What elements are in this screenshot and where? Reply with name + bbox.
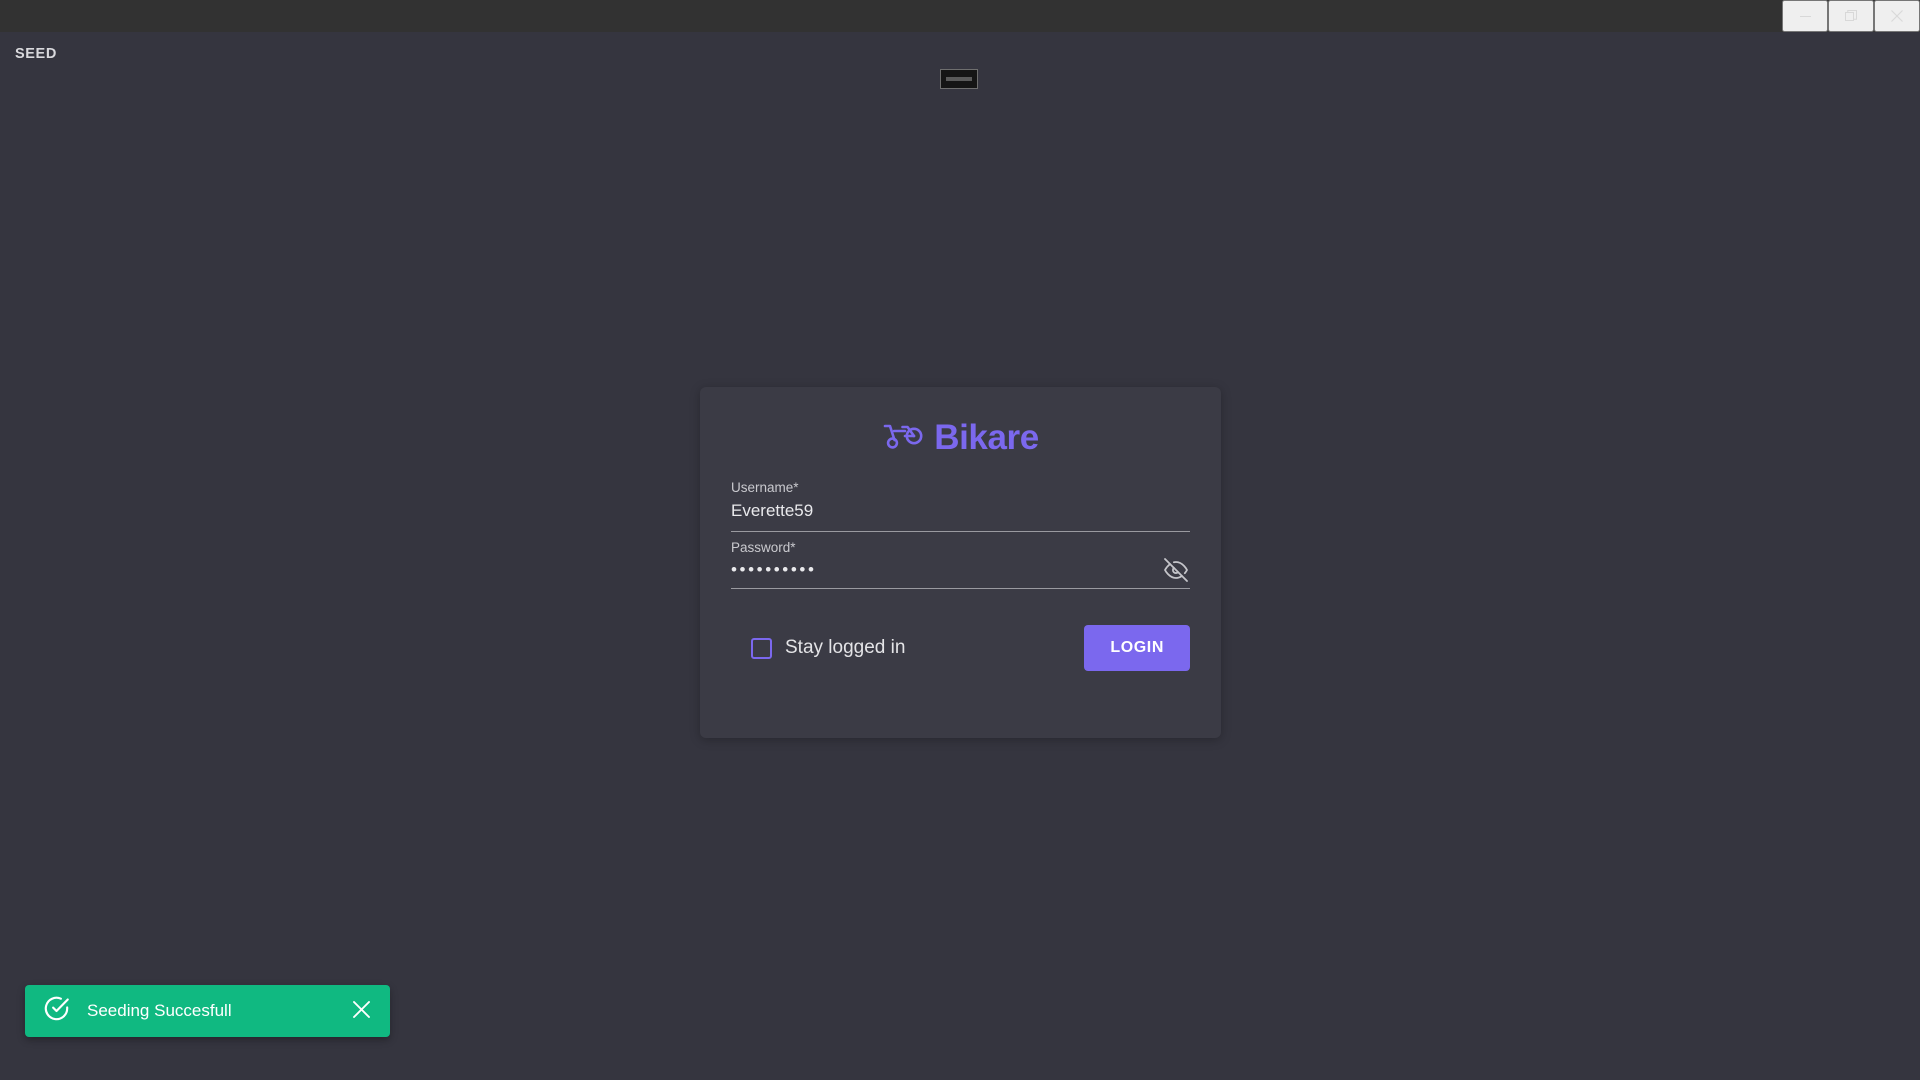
close-window-button[interactable]: [1874, 0, 1920, 32]
brand-name: Bikare: [934, 418, 1039, 457]
minimize-icon: [1799, 11, 1811, 22]
password-underline: ••••••••••: [731, 557, 1190, 590]
toggle-password-visibility-button[interactable]: [1162, 557, 1190, 585]
maximize-restore-button[interactable]: [1828, 0, 1874, 32]
toast-close-button[interactable]: [348, 998, 374, 1024]
top-progress-indicator: [940, 69, 978, 89]
toast-notification: Seeding Succesfull: [25, 985, 390, 1037]
seed-button[interactable]: SEED: [15, 46, 57, 62]
stay-logged-in-label: Stay logged in: [785, 637, 906, 659]
stay-logged-in-checkbox[interactable]: [751, 637, 772, 659]
username-field-group: Username*: [731, 480, 1190, 533]
toast-message: Seeding Succesfull: [87, 1001, 232, 1020]
brand-header: Bikare: [731, 387, 1190, 472]
moped-logo-icon: [882, 419, 924, 456]
window-titlebar: [0, 0, 1920, 32]
progress-indicator-bar: [946, 77, 972, 81]
check-circle-icon: [43, 995, 70, 1027]
login-actions: Stay logged in LOGIN: [731, 625, 1190, 672]
username-label: Username*: [731, 480, 799, 495]
password-label: Password*: [731, 540, 796, 556]
password-field-group: Password* ••••••••••: [731, 540, 1190, 590]
close-icon: [1891, 10, 1903, 22]
minimize-button[interactable]: [1782, 0, 1828, 32]
eye-off-icon: [1164, 557, 1188, 585]
password-input[interactable]: ••••••••••: [731, 560, 1190, 588]
login-card: Bikare Username* Password* ••••••••••: [700, 387, 1221, 738]
restore-window-icon: [1845, 10, 1857, 22]
username-underline: [731, 501, 1190, 533]
close-icon: [352, 1001, 370, 1021]
login-button[interactable]: LOGIN: [1084, 625, 1190, 672]
stay-logged-in-row[interactable]: Stay logged in: [751, 637, 905, 659]
app-toolbar: SEED: [0, 32, 1920, 89]
username-input[interactable]: [731, 501, 1190, 532]
